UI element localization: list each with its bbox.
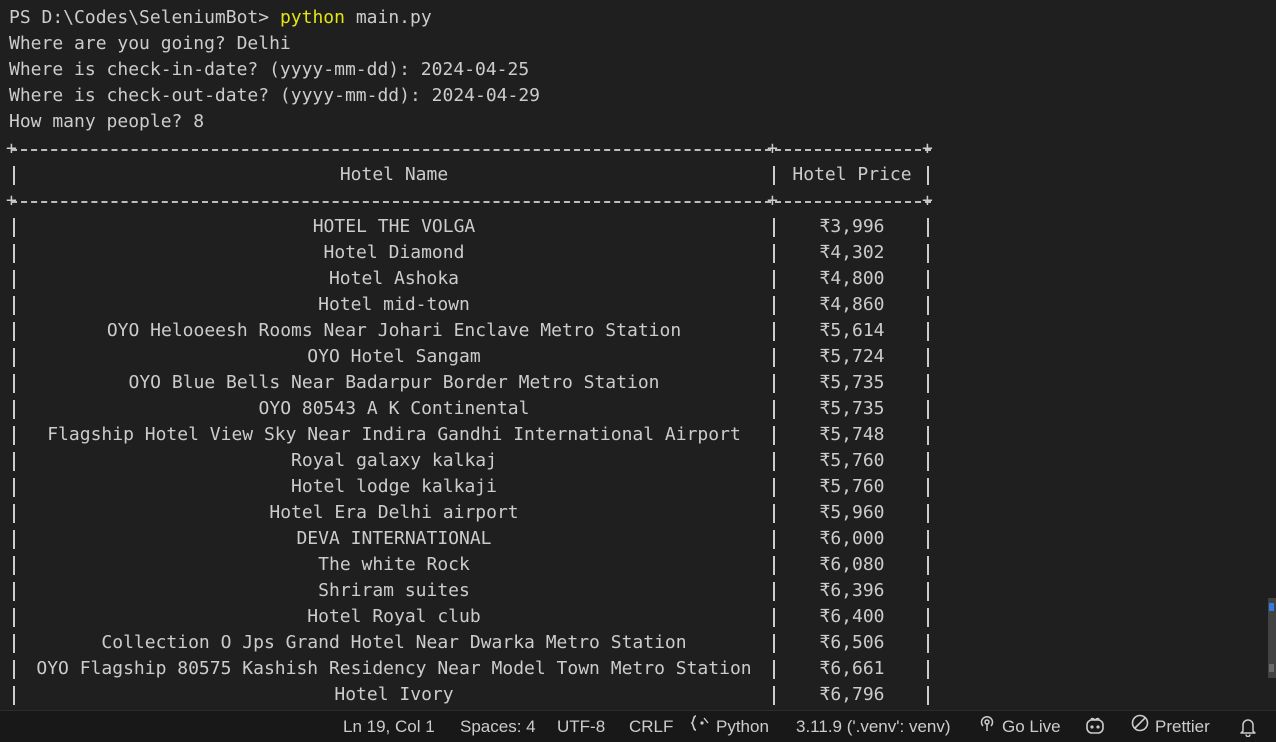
table-border-top: + + + bbox=[6, 138, 933, 159]
output-line-checkin: Where is check-in-date? (yyyy-mm-dd): 20… bbox=[9, 59, 530, 80]
hotel-price-cell: ₹5,614 bbox=[819, 320, 885, 341]
status-bar: Ln 19, Col 1 Spaces: 4 UTF-8 CRLF Python… bbox=[0, 710, 1276, 742]
terminal-panel[interactable]: PS D:\Codes\SeleniumBot> python main.py … bbox=[0, 0, 1264, 710]
table-body: HOTEL THE VOLGA ₹3,996 Hotel Diamond ₹4,302… bbox=[9, 214, 939, 708]
hotel-name-cell: Hotel mid-town bbox=[318, 294, 470, 315]
hotel-price-cell: ₹3,996 bbox=[819, 216, 885, 237]
vscode-window: PS D:\Codes\SeleniumBot> python main.py … bbox=[0, 0, 1276, 742]
scrollbar-marker-secondary bbox=[1269, 664, 1274, 672]
table-border-mid: + + + bbox=[6, 190, 933, 211]
status-prettier-label: Prettier bbox=[1155, 717, 1210, 736]
hotel-name-cell: Hotel Royal club bbox=[307, 606, 481, 627]
table-row: HOTEL THE VOLGA ₹3,996 bbox=[9, 214, 939, 240]
table-row: Collection O Jps Grand Hotel Near Dwarka… bbox=[9, 630, 939, 656]
hotel-name-cell: Collection O Jps Grand Hotel Near Dwarka… bbox=[101, 632, 687, 653]
header-hotel-price: Hotel Price bbox=[792, 164, 912, 185]
hotel-price-cell: ₹5,735 bbox=[819, 398, 885, 419]
status-eol[interactable]: CRLF bbox=[629, 711, 673, 742]
status-go-live[interactable]: Go Live bbox=[978, 711, 1061, 742]
hotel-name-cell: DEVA INTERNATIONAL bbox=[296, 528, 492, 549]
copilot-icon[interactable] bbox=[1084, 711, 1106, 742]
hotel-name-cell: HOTEL THE VOLGA bbox=[312, 216, 476, 237]
status-encoding[interactable]: UTF-8 bbox=[557, 711, 605, 742]
hotel-name-cell: Royal galaxy kalkaj bbox=[291, 450, 497, 471]
hotel-price-cell: ₹5,960 bbox=[819, 502, 885, 523]
hotel-price-cell: ₹6,080 bbox=[819, 554, 885, 575]
hotel-price-cell: ₹4,800 bbox=[819, 268, 885, 289]
hotel-name-cell: Hotel Ivory bbox=[334, 684, 454, 705]
hotel-name-cell: Flagship Hotel View Sky Near Indira Gand… bbox=[47, 424, 741, 445]
table-row: OYO 80543 A K Continental ₹5,735 bbox=[9, 396, 939, 422]
hotel-price-cell: ₹6,661 bbox=[819, 658, 885, 679]
table-row: Hotel Diamond ₹4,302 bbox=[9, 240, 939, 266]
hotel-name-cell: Hotel Ashoka bbox=[328, 268, 460, 289]
table-row: Hotel mid-town ₹4,860 bbox=[9, 292, 939, 318]
broadcast-icon bbox=[978, 711, 996, 742]
output-line-destination: Where are you going? Delhi bbox=[9, 33, 291, 54]
hotel-price-cell: ₹6,396 bbox=[819, 580, 885, 601]
hotel-name-cell: Hotel lodge kalkaji bbox=[291, 476, 497, 497]
hotel-name-cell: Hotel Diamond bbox=[323, 242, 465, 263]
scrollbar-marker bbox=[1269, 603, 1274, 611]
output-line-checkout: Where is check-out-date? (yyyy-mm-dd): 2… bbox=[9, 85, 541, 106]
table-row: OYO Blue Bells Near Badarpur Border Metr… bbox=[9, 370, 939, 396]
hotel-price-cell: ₹6,000 bbox=[819, 528, 885, 549]
hotel-name-cell: OYO 80543 A K Continental bbox=[258, 398, 530, 419]
hotel-name-cell: The white Rock bbox=[318, 554, 470, 575]
status-language[interactable]: Python bbox=[690, 711, 769, 742]
status-cursor-position[interactable]: Ln 19, Col 1 bbox=[343, 711, 435, 742]
status-language-label: Python bbox=[716, 717, 769, 736]
header-hotel-name: Hotel Name bbox=[339, 164, 449, 185]
table-row: DEVA INTERNATIONAL ₹6,000 bbox=[9, 526, 939, 552]
table-row: Hotel lodge kalkaji ₹5,760 bbox=[9, 474, 939, 500]
terminal-scrollbar[interactable] bbox=[1264, 0, 1276, 710]
table-row: OYO Hotel Sangam ₹5,724 bbox=[9, 344, 939, 370]
hotel-price-cell: ₹6,506 bbox=[819, 632, 885, 653]
braces-icon bbox=[690, 711, 710, 742]
hotel-table: + + + Hotel Name Hotel Price + + + HOTEL bbox=[6, 136, 939, 708]
hotel-price-cell: ₹4,860 bbox=[819, 294, 885, 315]
table-row: Flagship Hotel View Sky Near Indira Gand… bbox=[9, 422, 939, 448]
hotel-name-cell: OYO Blue Bells Near Badarpur Border Metr… bbox=[128, 372, 660, 393]
hotel-price-cell: ₹5,748 bbox=[819, 424, 885, 445]
hotel-name-cell: Hotel Era Delhi airport bbox=[269, 502, 519, 523]
command-name: python bbox=[279, 7, 345, 28]
table-row: Hotel Ashoka ₹4,800 bbox=[9, 266, 939, 292]
hotel-price-cell: ₹5,724 bbox=[819, 346, 885, 367]
bell-icon[interactable] bbox=[1239, 711, 1257, 742]
table-header-row: Hotel Name Hotel Price bbox=[9, 162, 939, 188]
prompt-path: PS D:\Codes\SeleniumBot> bbox=[9, 7, 270, 28]
table-row: The white Rock ₹6,080 bbox=[9, 552, 939, 578]
status-prettier[interactable]: Prettier bbox=[1131, 711, 1210, 742]
table-row: Royal galaxy kalkaj ₹5,760 bbox=[9, 448, 939, 474]
table-row: OYO Flagship 80575 Kashish Residency Nea… bbox=[9, 656, 939, 682]
table-row: Hotel Era Delhi airport ₹5,960 bbox=[9, 500, 939, 526]
command-args: main.py bbox=[355, 7, 432, 28]
table-row: Hotel Royal club ₹6,400 bbox=[9, 604, 939, 630]
status-interpreter[interactable]: 3.11.9 ('.venv': venv) bbox=[796, 711, 951, 742]
hotel-price-cell: ₹5,760 bbox=[819, 476, 885, 497]
prohibited-icon bbox=[1131, 711, 1149, 742]
hotel-name-cell: Shriram suites bbox=[318, 580, 470, 601]
hotel-name-cell: OYO Flagship 80575 Kashish Residency Nea… bbox=[36, 658, 752, 679]
hotel-price-cell: ₹6,796 bbox=[819, 684, 885, 705]
status-indentation[interactable]: Spaces: 4 bbox=[460, 711, 536, 742]
table-row: OYO Helooeesh Rooms Near Johari Enclave … bbox=[9, 318, 939, 344]
output-line-people: How many people? 8 bbox=[9, 111, 205, 132]
table-row: Hotel Ivory ₹6,796 bbox=[9, 682, 939, 708]
hotel-price-cell: ₹6,400 bbox=[819, 606, 885, 627]
hotel-price-cell: ₹5,735 bbox=[819, 372, 885, 393]
hotel-name-cell: OYO Hotel Sangam bbox=[307, 346, 481, 367]
hotel-price-cell: ₹4,302 bbox=[819, 242, 885, 263]
prompt-line: PS D:\Codes\SeleniumBot> python main.py bbox=[9, 5, 432, 31]
status-go-live-label: Go Live bbox=[1002, 717, 1061, 736]
table-row: Shriram suites ₹6,396 bbox=[9, 578, 939, 604]
hotel-price-cell: ₹5,760 bbox=[819, 450, 885, 471]
hotel-name-cell: OYO Helooeesh Rooms Near Johari Enclave … bbox=[106, 320, 682, 341]
